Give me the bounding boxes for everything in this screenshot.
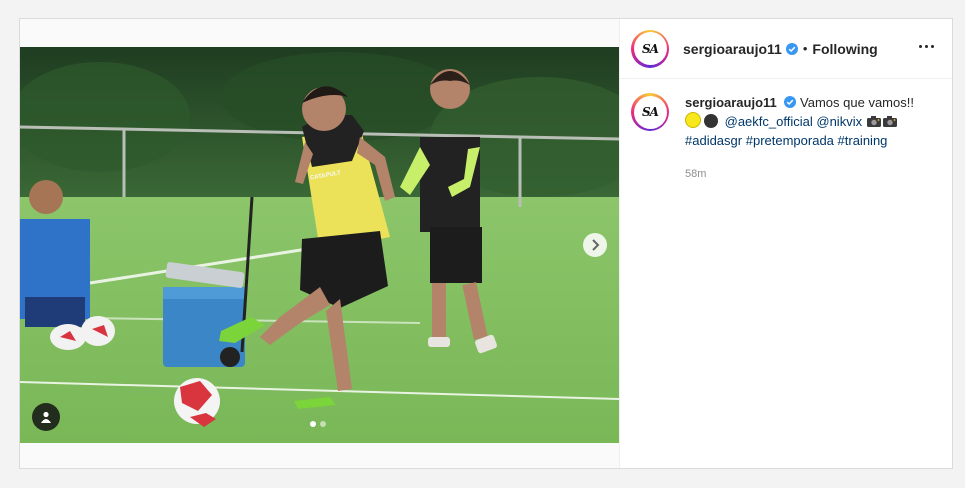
header-separator: • bbox=[802, 41, 808, 56]
carousel-next-button[interactable] bbox=[583, 233, 607, 257]
carousel-dot-active bbox=[310, 421, 316, 427]
yellow-circle-emoji-icon bbox=[685, 112, 701, 128]
post-sidebar: SA sergioaraujo11 • Following SA sergioa… bbox=[619, 19, 952, 468]
mention-link[interactable]: @aekfc_official bbox=[725, 114, 813, 129]
post-media-pane: CATAPULT bbox=[20, 19, 620, 468]
black-circle-emoji-icon bbox=[704, 114, 718, 128]
post-photo[interactable]: CATAPULT bbox=[20, 47, 619, 443]
post-timestamp[interactable]: 58m bbox=[685, 165, 935, 184]
caption-avatar[interactable]: SA bbox=[631, 93, 669, 131]
caption-body: sergioaraujo11 Vamos que vamos!! @aekfc_… bbox=[685, 93, 935, 184]
hashtag-link[interactable]: #pretemporada bbox=[746, 133, 834, 148]
user-tag-icon bbox=[41, 411, 51, 423]
user-tag-button[interactable] bbox=[32, 403, 60, 431]
more-options-button[interactable] bbox=[917, 41, 936, 52]
training-photo bbox=[20, 47, 619, 443]
verified-badge-icon bbox=[784, 96, 797, 108]
following-button[interactable]: Following bbox=[812, 41, 877, 57]
verified-badge-icon bbox=[785, 42, 798, 55]
post-caption: SA sergioaraujo11 Vamos que vamos!! @aek… bbox=[619, 79, 952, 184]
hashtag-link[interactable]: #training bbox=[838, 133, 888, 148]
hashtag-link[interactable]: #adidasgr bbox=[685, 133, 742, 148]
mention-link[interactable]: @nikvix bbox=[816, 114, 862, 129]
carousel-indicator bbox=[310, 421, 326, 427]
avatar-logo: SA bbox=[633, 95, 667, 129]
avatar[interactable]: SA bbox=[631, 29, 669, 68]
caption-text: Vamos que vamos!! bbox=[800, 95, 914, 110]
more-options-icon bbox=[919, 45, 922, 48]
camera-emoji-icon bbox=[882, 116, 897, 127]
carousel-dot bbox=[320, 421, 326, 427]
caption-username[interactable]: sergioaraujo11 bbox=[685, 95, 777, 110]
post-header: SA sergioaraujo11 • Following bbox=[619, 19, 952, 79]
camera-emoji-icon bbox=[866, 116, 881, 127]
avatar-logo: SA bbox=[633, 32, 667, 65]
post-card: CATAPULT SA sergioaraujo11 • Following S… bbox=[19, 18, 953, 469]
chevron-right-icon bbox=[592, 239, 600, 251]
header-username[interactable]: sergioaraujo11 bbox=[683, 41, 782, 57]
